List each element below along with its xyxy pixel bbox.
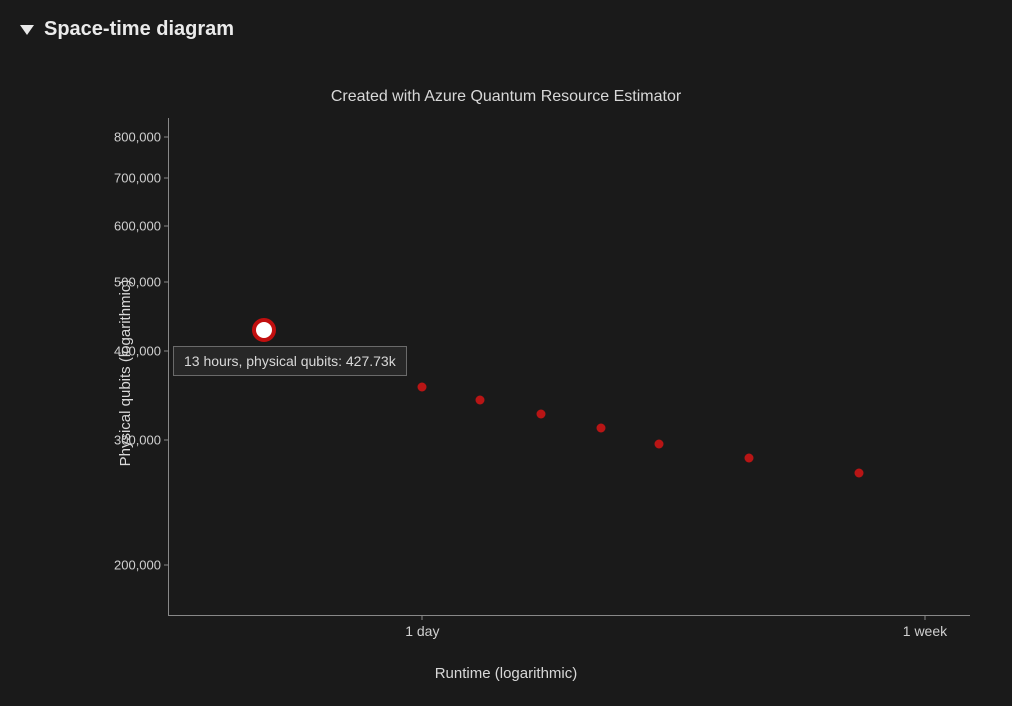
plot-region[interactable]: 200,000300,000400,000500,000600,000700,0… (168, 118, 970, 616)
data-point[interactable] (252, 318, 276, 342)
data-point[interactable] (655, 439, 664, 448)
chevron-down-icon[interactable] (20, 25, 34, 35)
y-tick-label: 500,000 (114, 274, 169, 289)
data-point[interactable] (597, 424, 606, 433)
chart-title: Created with Azure Quantum Resource Esti… (20, 88, 992, 106)
data-point[interactable] (537, 409, 546, 418)
y-tick-label: 700,000 (114, 170, 169, 185)
y-tick-label: 400,000 (114, 343, 169, 358)
x-tick-label: 1 week (903, 615, 947, 639)
y-tick-label: 800,000 (114, 129, 169, 144)
y-tick-label: 300,000 (114, 432, 169, 447)
x-axis-label: Runtime (logarithmic) (20, 665, 992, 682)
y-tick-label: 600,000 (114, 218, 169, 233)
section-title: Space-time diagram (44, 18, 234, 41)
chart-area: Created with Azure Quantum Resource Esti… (20, 60, 992, 686)
data-point[interactable] (418, 382, 427, 391)
data-point[interactable] (475, 396, 484, 405)
data-point[interactable] (744, 453, 753, 462)
x-tick-label: 1 day (405, 615, 439, 639)
y-tick-label: 200,000 (114, 557, 169, 572)
section-header[interactable]: Space-time diagram (0, 0, 1012, 55)
tooltip: 13 hours, physical qubits: 427.73k (173, 346, 407, 376)
data-point[interactable] (854, 469, 863, 478)
